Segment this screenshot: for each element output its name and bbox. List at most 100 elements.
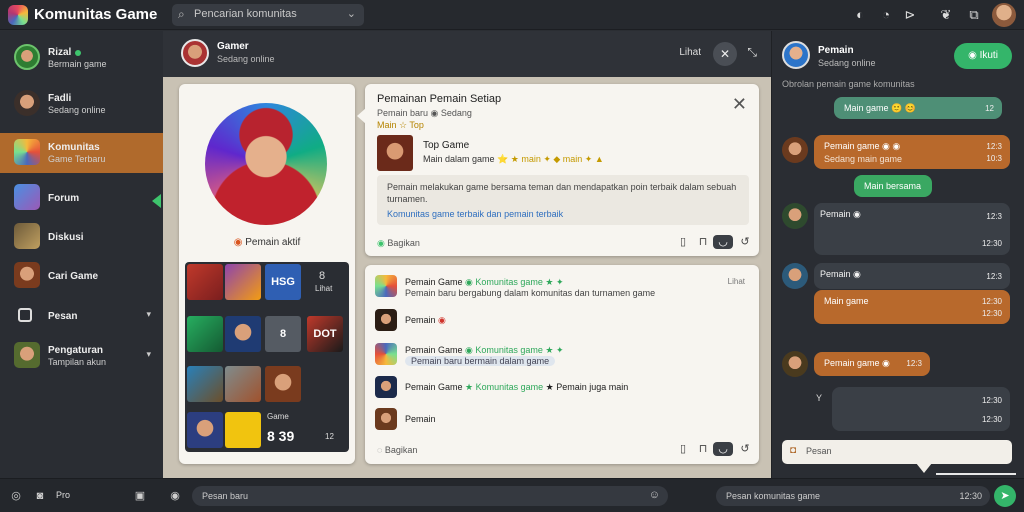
- expand-icon[interactable]: ⤡: [747, 45, 757, 60]
- game-tile[interactable]: [225, 264, 261, 300]
- share-link[interactable]: ◌ Bagikan: [377, 445, 417, 455]
- game-tile[interactable]: [187, 264, 223, 300]
- divider: [936, 473, 1016, 475]
- game-tile[interactable]: DOT: [307, 316, 343, 352]
- avatar: [14, 262, 40, 288]
- list-item[interactable]: Pemain Game ◉ Komunitas game ★ ✦ Pemain …: [375, 343, 745, 367]
- sidebar-item-label: Forum: [48, 193, 80, 204]
- chat-message: 12:30 12:30: [832, 387, 1010, 431]
- game-label: Game: [267, 412, 289, 421]
- avatar: [782, 351, 808, 377]
- quote-text: Pemain melakukan game bersama teman dan …: [387, 182, 737, 204]
- app-logo-icon[interactable]: [8, 5, 28, 25]
- settings-icon[interactable]: ◎: [8, 488, 24, 504]
- gamepad-icon[interactable]: ◡: [713, 235, 733, 249]
- community-message-input[interactable]: Pesan komunitas game 12:30: [716, 486, 990, 506]
- game-tile[interactable]: 8: [265, 316, 301, 352]
- avatar: [14, 139, 40, 165]
- chevron-down-icon[interactable]: ⌄: [347, 7, 356, 20]
- list-item[interactable]: Pemain ◉: [375, 309, 745, 333]
- chat-message: Main game 🙂 😊 12: [834, 97, 1002, 119]
- game-tile[interactable]: [187, 316, 223, 352]
- share-icon: ◉: [377, 238, 385, 248]
- game-tile[interactable]: [265, 366, 301, 402]
- sidebar-item-forum[interactable]: Forum: [0, 178, 163, 218]
- share-link[interactable]: ◉ Bagikan: [377, 238, 420, 249]
- list-item[interactable]: Pemain: [375, 408, 745, 432]
- game-tile[interactable]: [225, 366, 261, 402]
- game-tags: Main dalam game ⭐ ★ main ✦ ◆ main ✦ ▲: [423, 154, 604, 164]
- message-input[interactable]: Pesan baru ☺: [192, 486, 668, 506]
- list-item[interactable]: Pemain Game ★ Komunitas game ★ Pemain ju…: [375, 376, 745, 400]
- avatar[interactable]: [181, 39, 209, 67]
- game-tile[interactable]: [225, 316, 261, 352]
- chat-message: Pemain ◉ 12:3 12:30: [814, 203, 1010, 255]
- chevron-down-icon[interactable]: ▾: [146, 349, 151, 360]
- close-icon[interactable]: ✕: [732, 94, 747, 115]
- chat-panel: Pemain Sedang online ◉ Ikuti Obrolan pem…: [771, 31, 1024, 478]
- avatar[interactable]: [782, 41, 810, 69]
- avatar: [375, 343, 397, 365]
- sidebar-item-sub: Bermain game: [48, 59, 107, 69]
- sidebar-item-fadli[interactable]: Fadli Sedang online: [0, 84, 163, 124]
- header-status: Sedang online: [217, 54, 275, 64]
- header-name: Gamer: [217, 41, 249, 52]
- bottom-bar: ◎ ◙ Pro ▣ ◉ Pesan baru ☺ Pesan komunitas…: [0, 478, 1024, 512]
- sidebar-item-rizal[interactable]: Rizal Bermain game: [0, 38, 163, 78]
- avatar: [782, 263, 808, 289]
- list-item[interactable]: Pemain Game ◉ Komunitas game ★ ✦ Pemain …: [375, 275, 745, 299]
- bookmark-icon[interactable]: ▯: [675, 235, 691, 248]
- hero-avatar[interactable]: [205, 103, 327, 225]
- game-thumbnail[interactable]: [377, 135, 413, 171]
- attach-icon[interactable]: ◘: [790, 445, 796, 456]
- game-tile[interactable]: HSG: [265, 264, 301, 300]
- feed-action[interactable]: Lihat: [728, 277, 745, 286]
- lock-icon[interactable]: ⊓: [695, 235, 711, 248]
- play-icon[interactable]: ⊳: [901, 6, 919, 24]
- lock-icon[interactable]: ⊓: [695, 442, 711, 455]
- reply-icon[interactable]: ↺: [737, 235, 753, 248]
- search-icon: ⌕: [178, 7, 185, 21]
- feed-title: Pemain Game ◉ Komunitas game ★ ✦: [405, 277, 564, 287]
- controller-icon[interactable]: ◐: [851, 6, 869, 24]
- chat-input[interactable]: ◘ Pesan: [782, 440, 1012, 464]
- close-icon[interactable]: ✕: [713, 42, 737, 66]
- sidebar-item-pesan[interactable]: Pesan ▾: [0, 296, 163, 336]
- main-content: Gamer Sedang online Lihat ✕ ⤡ ◉ Pemain a…: [163, 31, 771, 478]
- search-placeholder: Pencarian komunitas: [194, 8, 297, 20]
- avatar: [375, 309, 397, 331]
- user-avatar[interactable]: [992, 3, 1016, 27]
- camera-icon[interactable]: ◙: [32, 488, 48, 504]
- send-icon[interactable]: ➤: [994, 485, 1016, 507]
- feed-title: Pemain Game ★ Komunitas game ★ Pemain ju…: [405, 382, 629, 392]
- game-tile[interactable]: [225, 412, 261, 448]
- profile-caption: ◉ Pemain aktif: [233, 237, 301, 248]
- game-tile[interactable]: [187, 412, 223, 448]
- sidebar-item-label: Diskusi: [48, 232, 84, 243]
- chat-message: Pemain game ◉ 12:3: [814, 352, 930, 376]
- image-icon[interactable]: ▣: [132, 488, 148, 504]
- external-icon[interactable]: ⧉: [965, 6, 983, 24]
- reply-icon[interactable]: ↺: [737, 442, 753, 455]
- follow-button[interactable]: ◉ Ikuti: [954, 43, 1012, 69]
- avatar: [14, 44, 40, 70]
- game-tile[interactable]: [187, 366, 223, 402]
- emoji-icon[interactable]: ◉: [167, 488, 183, 504]
- sidebar-item-pengaturan[interactable]: Pengaturan Tampilan akun ▾: [0, 336, 163, 376]
- gamepad-icon[interactable]: ◡: [713, 442, 733, 456]
- bottom-label[interactable]: Pro: [56, 490, 70, 500]
- view-button[interactable]: Lihat: [679, 47, 701, 58]
- search-box[interactable]: ⌕ Pencarian komunitas ⌄: [172, 4, 364, 26]
- chat-icon[interactable]: ◔: [877, 6, 895, 24]
- sidebar-item-cari-game[interactable]: Cari Game: [0, 256, 163, 296]
- quote-link[interactable]: Komunitas game terbaik dan pemain terbai…: [387, 209, 563, 219]
- post-meta-2: Main ☆ Top: [377, 120, 424, 130]
- feed-title: Pemain ◉: [405, 315, 446, 325]
- app-title: Komunitas Game: [34, 6, 158, 23]
- bird-icon[interactable]: ❦: [937, 6, 955, 24]
- sidebar-item-diskusi[interactable]: Diskusi: [0, 217, 163, 257]
- chevron-down-icon[interactable]: ▾: [146, 309, 151, 320]
- sidebar-item-komunitas[interactable]: Komunitas Game Terbaru: [0, 133, 163, 173]
- sidebar-item-sub: Tampilan akun: [48, 357, 107, 367]
- bookmark-icon[interactable]: ▯: [675, 442, 691, 455]
